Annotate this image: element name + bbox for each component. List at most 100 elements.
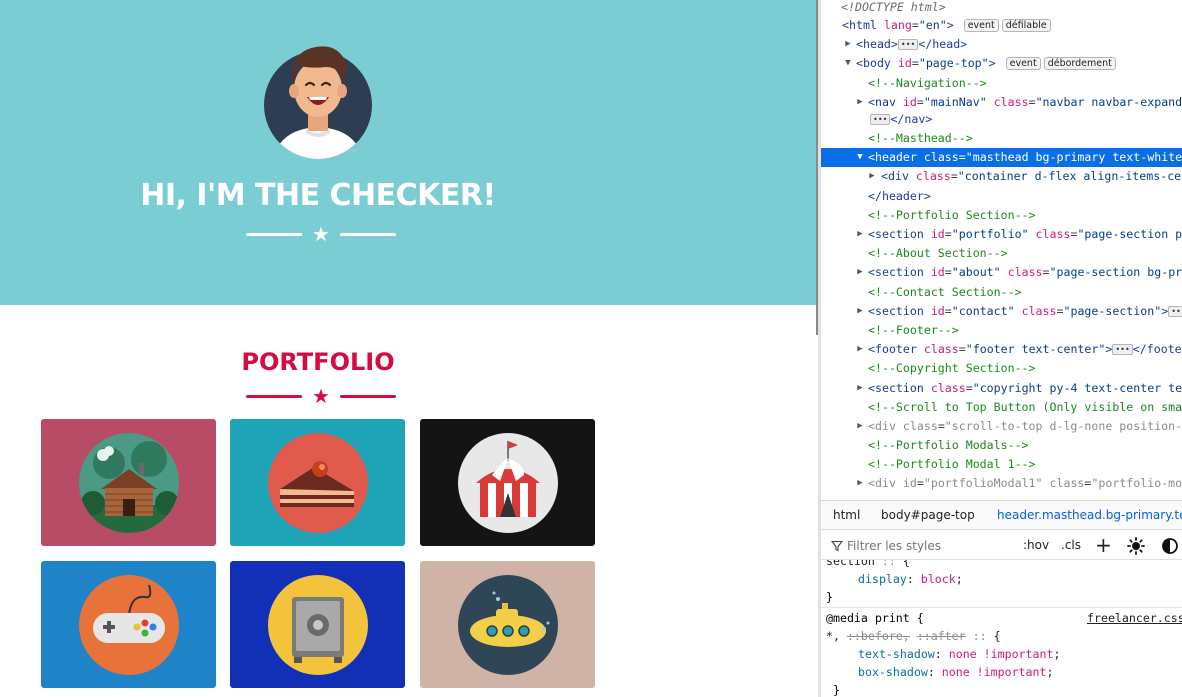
tree-row-html[interactable]: <html lang="en"> event défilable (821, 16, 1182, 35)
footer-tag: <footer (868, 342, 917, 356)
expand-arrow-icon[interactable]: ▶ (855, 379, 865, 398)
masthead-title: HI, I'M THE CHECKER! (140, 178, 496, 213)
class-attr: class (915, 169, 951, 183)
id-value: "page-top" (918, 56, 989, 70)
tree-row-comment[interactable]: <!--Footer--> (821, 321, 1182, 340)
expand-arrow-icon[interactable]: ▶ (867, 167, 877, 186)
tree-row-comment[interactable]: <!--Portfolio Modal 1--> (821, 455, 1182, 474)
class-attr: class (1035, 227, 1071, 241)
portfolio-item-safe[interactable] (230, 561, 405, 688)
tree-row-head[interactable]: ▶ <head> ••• </head> (821, 35, 1182, 54)
id-attr: id (930, 265, 945, 279)
breadcrumb-item-header[interactable]: header.masthead.bg-primary.te (997, 501, 1182, 529)
breadcrumb-item-body[interactable]: body#page-top (881, 501, 975, 529)
portfolio-item-submarine[interactable] (420, 561, 595, 688)
tree-row-header-selected[interactable]: ▼ <header class="masthead bg-primary tex… (821, 148, 1182, 167)
expand-arrow-icon[interactable]: ▶ (843, 35, 853, 54)
tree-row-body[interactable]: ▼ <body id="page-top"> event débordement (821, 54, 1182, 73)
comment-text: <!--Navigation--> (868, 76, 987, 90)
portfolio-title: PORTFOLIO (241, 348, 395, 376)
expand-arrow-icon[interactable]: ▶ (855, 225, 865, 244)
tree-row-div-scroll[interactable]: ▶ <div class="scroll-to-top d-lg-none po… (821, 417, 1182, 436)
property-name: text-shadow (858, 647, 935, 661)
divider-line (246, 232, 302, 236)
add-rule-icon[interactable]: + (1095, 533, 1112, 557)
class-toggle[interactable]: .cls (1061, 538, 1081, 552)
id-value: "mainNav" (923, 95, 987, 109)
declaration[interactable]: box-shadow: none !important; (858, 663, 1053, 681)
selector-text: , (902, 629, 910, 643)
hover-state-toggle[interactable]: :hov (1023, 538, 1049, 552)
avatar (264, 33, 372, 159)
tree-row-header-close[interactable]: </header> (821, 187, 1182, 206)
dark-scheme-icon[interactable] (1161, 537, 1179, 555)
tree-row-comment[interactable]: <!--About Section--> (821, 244, 1182, 263)
styles-toolbar: :hov .cls + (821, 533, 1182, 560)
event-badge[interactable]: event (1005, 57, 1041, 70)
class-value: "scroll-to-top d-lg-none position- (944, 419, 1182, 433)
tree-row-section-portfolio[interactable]: ▶ <section id="portfolio" class="page-se… (821, 225, 1182, 244)
rule-close: } (833, 683, 840, 697)
page-viewport: HI, I'M THE CHECKER! ★ PORTFOLIO ★ (0, 0, 818, 697)
declaration[interactable]: text-shadow: none !important; (858, 645, 1060, 663)
tree-row-section-about[interactable]: ▶ <section id="about" class="page-sectio… (821, 263, 1182, 282)
portfolio-item-cabin[interactable] (41, 419, 216, 546)
property-value: none !important (948, 647, 1054, 661)
tree-row-div-modal[interactable]: ▶ <div id="portfolioModal1" class="portf… (821, 474, 1182, 493)
collapse-arrow-icon[interactable]: ▼ (855, 148, 865, 167)
expand-arrow-icon[interactable]: ▶ (855, 263, 865, 282)
tree-row-footer[interactable]: ▶ <footer class="footer text-center"> •••… (821, 340, 1182, 359)
tree-row-nav-close[interactable]: ••• </nav> (821, 110, 1182, 129)
class-value: "masthead bg-primary text-white (965, 150, 1182, 164)
collapsed-ellipsis-icon[interactable]: ••• (897, 39, 919, 50)
collapsed-ellipsis-icon[interactable]: ••• (1168, 306, 1182, 317)
div-tag: <div (881, 169, 909, 183)
collapse-arrow-icon[interactable]: ▼ (843, 54, 853, 73)
stylesheet-link[interactable]: freelancer.css (1087, 609, 1182, 627)
expand-arrow-icon[interactable]: ▶ (855, 417, 865, 436)
tree-row-div[interactable]: ▶ <div class="container d-flex align-ite… (821, 167, 1182, 186)
expand-arrow-icon[interactable]: ▶ (855, 340, 865, 359)
scrollable-badge[interactable]: défilable (1001, 19, 1051, 32)
section-tag: <section (868, 381, 924, 395)
expand-arrow-icon[interactable]: ▶ (855, 474, 865, 493)
declaration[interactable]: display: block; (858, 570, 963, 588)
portfolio-item-circus[interactable] (420, 419, 595, 546)
lang-attr: lang (883, 18, 912, 32)
filter-styles-input[interactable] (847, 536, 1007, 556)
tree-row-comment[interactable]: <!--Copyright Section--> (821, 359, 1182, 378)
tree-row-doctype[interactable]: <!DOCTYPE html> (821, 0, 1182, 17)
tree-row-section-copyright[interactable]: ▶ <section class="copyright py-4 text-ce… (821, 379, 1182, 398)
tree-row-comment[interactable]: <!--Navigation--> (821, 74, 1182, 93)
portfolio-item-game[interactable] (41, 561, 216, 688)
class-value: "page-section" (1063, 304, 1162, 318)
tree-row-comment[interactable]: <!--Contact Section--> (821, 283, 1182, 302)
cake-icon (267, 432, 368, 533)
comment-text: <!--Portfolio Section--> (868, 208, 1036, 222)
tree-row-comment[interactable]: <!--Scroll to Top Button (Only visible o… (821, 398, 1182, 417)
collapsed-ellipsis-icon[interactable]: ••• (1112, 344, 1133, 355)
selector-text: ::after (916, 629, 966, 643)
comment-text: <!--Footer--> (868, 323, 959, 337)
comment-text: <!--Contact Section--> (868, 285, 1022, 299)
div-tag: <div (868, 476, 896, 490)
nav-close-tag: </nav> (890, 112, 933, 126)
tree-row-comment[interactable]: <!--Portfolio Section--> (821, 206, 1182, 225)
star-icon: ★ (312, 222, 330, 246)
portfolio-item-cake[interactable] (230, 419, 405, 546)
id-value: "portfolioModal1" (923, 476, 1043, 490)
brace: { (993, 629, 1001, 643)
tree-row-comment[interactable]: <!--Masthead--> (821, 129, 1182, 148)
comment-text: <!--Copyright Section--> (868, 361, 1036, 375)
property-name: display (858, 572, 907, 586)
class-attr: class (993, 95, 1029, 109)
tree-row-section-contact[interactable]: ▶ <section id="contact" class="page-sect… (821, 302, 1182, 321)
breadcrumb-item-html[interactable]: html (833, 501, 860, 529)
light-scheme-icon[interactable] (1127, 537, 1145, 555)
divider-line (339, 232, 396, 236)
event-badge[interactable]: event (963, 19, 999, 32)
overflow-badge[interactable]: débordement (1043, 57, 1116, 70)
tree-row-comment[interactable]: <!--Portfolio Modals--> (821, 436, 1182, 455)
expand-arrow-icon[interactable]: ▶ (855, 302, 865, 321)
collapsed-ellipsis-icon[interactable]: ••• (870, 114, 891, 125)
